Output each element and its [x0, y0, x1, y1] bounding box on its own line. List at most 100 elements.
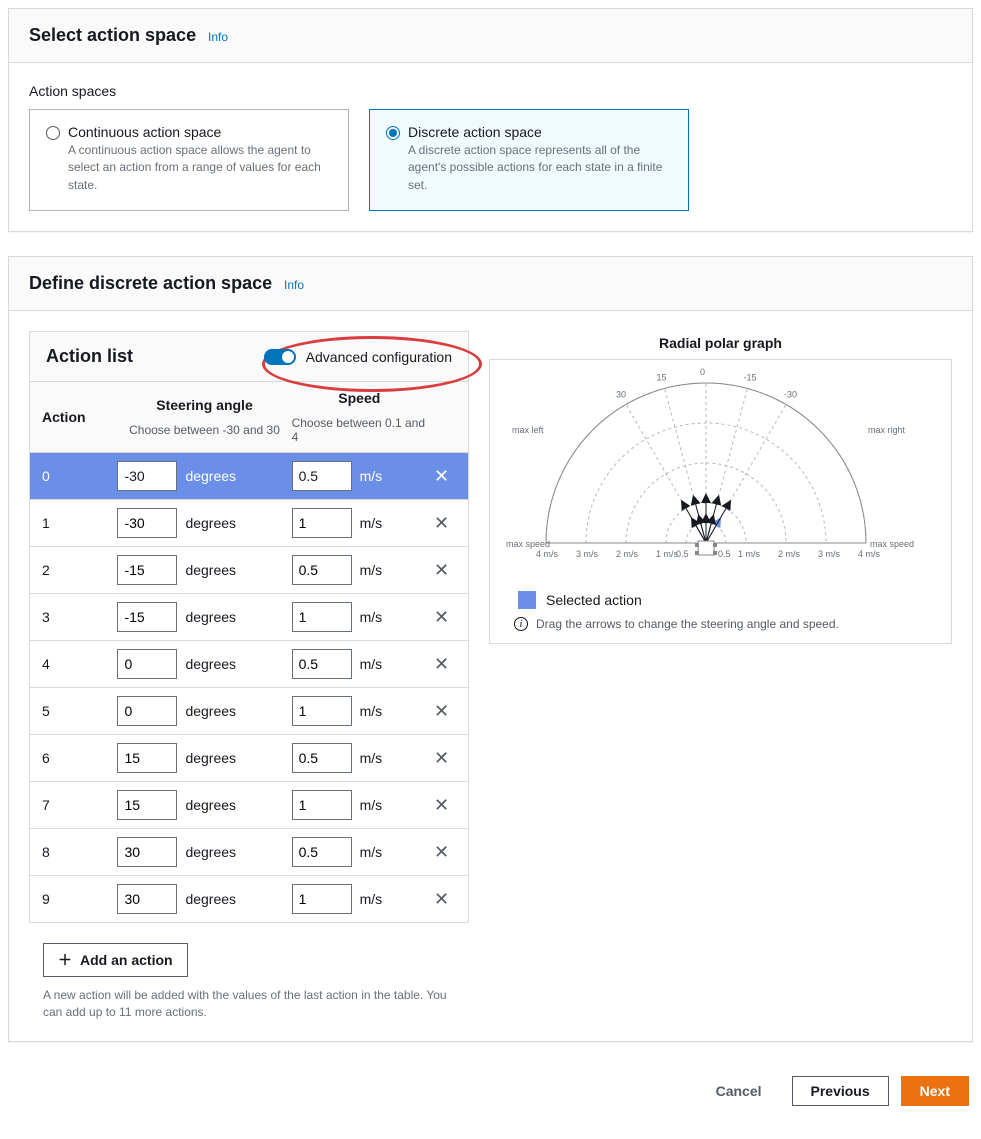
- table-row[interactable]: 8degreesm/s✕: [30, 829, 468, 876]
- speed-input[interactable]: [292, 884, 352, 914]
- delete-row-button[interactable]: ✕: [434, 466, 449, 486]
- panel-header: Select action space Info: [9, 9, 972, 63]
- previous-button[interactable]: Previous: [792, 1076, 889, 1106]
- delete-row-button[interactable]: ✕: [434, 748, 449, 768]
- info-link[interactable]: Info: [284, 278, 304, 292]
- legend-label: Selected action: [546, 592, 642, 608]
- svg-text:0: 0: [700, 368, 705, 377]
- panel-title: Select action space: [29, 25, 196, 45]
- radio-icon: [46, 126, 60, 140]
- table-row[interactable]: 0degreesm/s✕: [30, 453, 468, 500]
- table-row[interactable]: 2degreesm/s✕: [30, 547, 468, 594]
- delete-row-button[interactable]: ✕: [434, 889, 449, 909]
- select-action-space-panel: Select action space Info Action spaces C…: [8, 8, 973, 232]
- legend-swatch: [518, 591, 536, 609]
- action-index: 5: [42, 703, 117, 719]
- steering-unit: degrees: [185, 844, 236, 860]
- card-title: Continuous action space: [68, 124, 326, 140]
- table-row[interactable]: 4degreesm/s✕: [30, 641, 468, 688]
- plus-icon: ＋: [58, 950, 72, 970]
- speed-input[interactable]: [292, 602, 352, 632]
- speed-input[interactable]: [292, 837, 352, 867]
- add-action-button[interactable]: ＋ Add an action: [43, 943, 188, 977]
- steering-input[interactable]: [117, 743, 177, 773]
- steering-input[interactable]: [117, 508, 177, 538]
- speed-input[interactable]: [292, 555, 352, 585]
- action-space-card[interactable]: Discrete action spaceA discrete action s…: [369, 109, 689, 211]
- add-action-note: A new action will be added with the valu…: [43, 987, 463, 1021]
- svg-text:4 m/s: 4 m/s: [858, 549, 881, 559]
- speed-unit: m/s: [360, 703, 383, 719]
- graph-hint: Drag the arrows to change the steering a…: [536, 617, 839, 631]
- polar-graph[interactable]: 30150-15-30max leftmax rightmax speedmax…: [496, 368, 916, 578]
- speed-input[interactable]: [292, 743, 352, 773]
- info-link[interactable]: Info: [208, 30, 228, 44]
- delete-row-button[interactable]: ✕: [434, 654, 449, 674]
- delete-row-button[interactable]: ✕: [434, 842, 449, 862]
- delete-row-button[interactable]: ✕: [434, 701, 449, 721]
- delete-row-button[interactable]: ✕: [434, 795, 449, 815]
- table-row[interactable]: 1degreesm/s✕: [30, 500, 468, 547]
- card-desc: A discrete action space represents all o…: [408, 142, 666, 194]
- svg-text:max speed: max speed: [506, 539, 550, 549]
- steering-unit: degrees: [185, 468, 236, 484]
- steering-unit: degrees: [185, 703, 236, 719]
- panel-title: Define discrete action space: [29, 273, 272, 293]
- steering-input[interactable]: [117, 696, 177, 726]
- cancel-button[interactable]: Cancel: [698, 1077, 780, 1105]
- table-row[interactable]: 5 degrees m/s ✕: [30, 688, 468, 735]
- steering-input[interactable]: [117, 602, 177, 632]
- next-button[interactable]: Next: [901, 1076, 969, 1106]
- radio-icon: [386, 126, 400, 140]
- svg-text:max left: max left: [512, 425, 544, 435]
- table-row[interactable]: 6degreesm/s✕: [30, 735, 468, 782]
- delete-row-button[interactable]: ✕: [434, 513, 449, 533]
- steering-input[interactable]: [117, 790, 177, 820]
- col-steer-sub: Choose between -30 and 30: [129, 423, 280, 437]
- speed-input[interactable]: [292, 461, 352, 491]
- col-action-header: Action: [42, 409, 117, 425]
- subheading: Action spaces: [29, 83, 952, 99]
- action-index: 6: [42, 750, 117, 766]
- svg-text:3 m/s: 3 m/s: [818, 549, 841, 559]
- svg-text:15: 15: [657, 373, 667, 383]
- steering-unit: degrees: [185, 609, 236, 625]
- graph-panel: Radial polar graph 30150-15-30max leftma…: [489, 331, 952, 644]
- speed-unit: m/s: [360, 515, 383, 531]
- speed-unit: m/s: [360, 468, 383, 484]
- svg-text:0.5: 0.5: [718, 549, 731, 559]
- steering-input[interactable]: [117, 461, 177, 491]
- action-index: 1: [42, 515, 117, 531]
- svg-text:-30: -30: [784, 390, 797, 400]
- svg-text:max right: max right: [868, 425, 906, 435]
- table-row[interactable]: 9degreesm/s✕: [30, 876, 468, 922]
- speed-input[interactable]: [292, 649, 352, 679]
- info-icon: i: [514, 617, 528, 631]
- graph-title: Radial polar graph: [489, 335, 952, 351]
- svg-text:max speed: max speed: [870, 539, 914, 549]
- advanced-toggle[interactable]: [264, 349, 296, 365]
- speed-input[interactable]: [292, 508, 352, 538]
- action-list-title: Action list: [46, 346, 133, 367]
- delete-row-button[interactable]: ✕: [434, 560, 449, 580]
- svg-text:4 m/s: 4 m/s: [536, 549, 559, 559]
- steering-input[interactable]: [117, 555, 177, 585]
- action-list-box: Action list Advanced configuration Actio…: [29, 331, 469, 923]
- speed-unit: m/s: [360, 797, 383, 813]
- action-space-card[interactable]: Continuous action space A continuous acti…: [29, 109, 349, 211]
- action-index: 4: [42, 656, 117, 672]
- speed-input[interactable]: [292, 696, 352, 726]
- action-list-header: Action list Advanced configuration: [30, 332, 468, 382]
- steering-input[interactable]: [117, 884, 177, 914]
- speed-unit: m/s: [360, 562, 383, 578]
- steering-unit: degrees: [185, 562, 236, 578]
- delete-row-button[interactable]: ✕: [434, 607, 449, 627]
- steering-input[interactable]: [117, 837, 177, 867]
- svg-text:30: 30: [616, 390, 626, 400]
- steering-input[interactable]: [117, 649, 177, 679]
- table-row[interactable]: 3degreesm/s✕: [30, 594, 468, 641]
- action-index: 3: [42, 609, 117, 625]
- table-row[interactable]: 7degreesm/s✕: [30, 782, 468, 829]
- card-desc: A continuous action space allows the age…: [68, 142, 326, 194]
- speed-input[interactable]: [292, 790, 352, 820]
